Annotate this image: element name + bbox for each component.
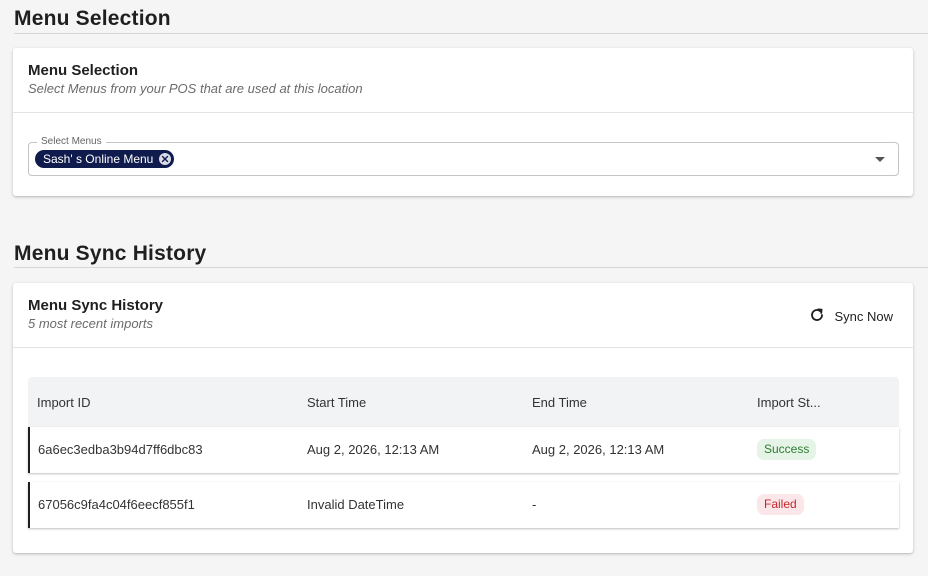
table-header: Import ID Start Time End Time Import St.…	[28, 377, 899, 427]
column-header-import-status[interactable]: Import St...	[757, 395, 821, 410]
page-title-menu-sync-history: Menu Sync History	[14, 242, 207, 265]
column-header-import-id[interactable]: Import ID	[37, 395, 90, 410]
sync-now-label: Sync Now	[834, 308, 893, 324]
section-divider	[14, 267, 928, 268]
cell-import-id: 67056c9fa4c04f6eecf855f1	[38, 497, 195, 512]
table-row[interactable]: 6a6ec3edba3b94d7ff6dbc83 Aug 2, 2026, 12…	[28, 427, 899, 473]
sync-now-button[interactable]: Sync Now	[809, 305, 893, 327]
card-subtitle: 5 most recent imports	[28, 316, 153, 331]
cell-import-id: 6a6ec3edba3b94d7ff6dbc83	[38, 442, 203, 457]
section-divider	[14, 33, 928, 34]
menu-selection-card: Menu Selection Select Menus from your PO…	[13, 48, 913, 196]
select-menus-label: Select Menus	[37, 136, 106, 148]
status-badge: Success	[757, 439, 817, 460]
menu-sync-history-card: Menu Sync History 5 most recent imports …	[13, 283, 913, 553]
status-badge: Failed	[757, 494, 804, 515]
card-title: Menu Selection	[28, 62, 139, 79]
cell-end-time: Aug 2, 2026, 12:13 AM	[532, 442, 665, 457]
card-title: Menu Sync History	[28, 297, 164, 314]
card-divider	[13, 112, 913, 113]
page-title-menu-selection: Menu Selection	[14, 7, 171, 30]
card-subtitle: Select Menus from your POS that are used…	[28, 81, 363, 96]
chevron-down-icon[interactable]	[875, 157, 885, 162]
menu-chip-label: Sash' s Online Menu	[43, 152, 154, 166]
refresh-icon	[809, 307, 825, 326]
column-header-end-time[interactable]: End Time	[532, 395, 587, 410]
menu-chip[interactable]: Sash' s Online Menu	[35, 150, 175, 168]
table-row[interactable]: 67056c9fa4c04f6eecf855f1 Invalid DateTim…	[28, 482, 899, 528]
card-divider	[13, 347, 913, 348]
close-circle-icon[interactable]	[159, 153, 172, 165]
sync-history-table: Import ID Start Time End Time Import St.…	[28, 377, 899, 528]
cell-start-time: Invalid DateTime	[307, 497, 405, 512]
select-menus-field[interactable]: Select Menus Sash' s Online Menu	[28, 136, 899, 176]
column-header-start-time[interactable]: Start Time	[307, 395, 366, 410]
cell-start-time: Aug 2, 2026, 12:13 AM	[307, 442, 440, 457]
cell-end-time: -	[532, 497, 537, 512]
